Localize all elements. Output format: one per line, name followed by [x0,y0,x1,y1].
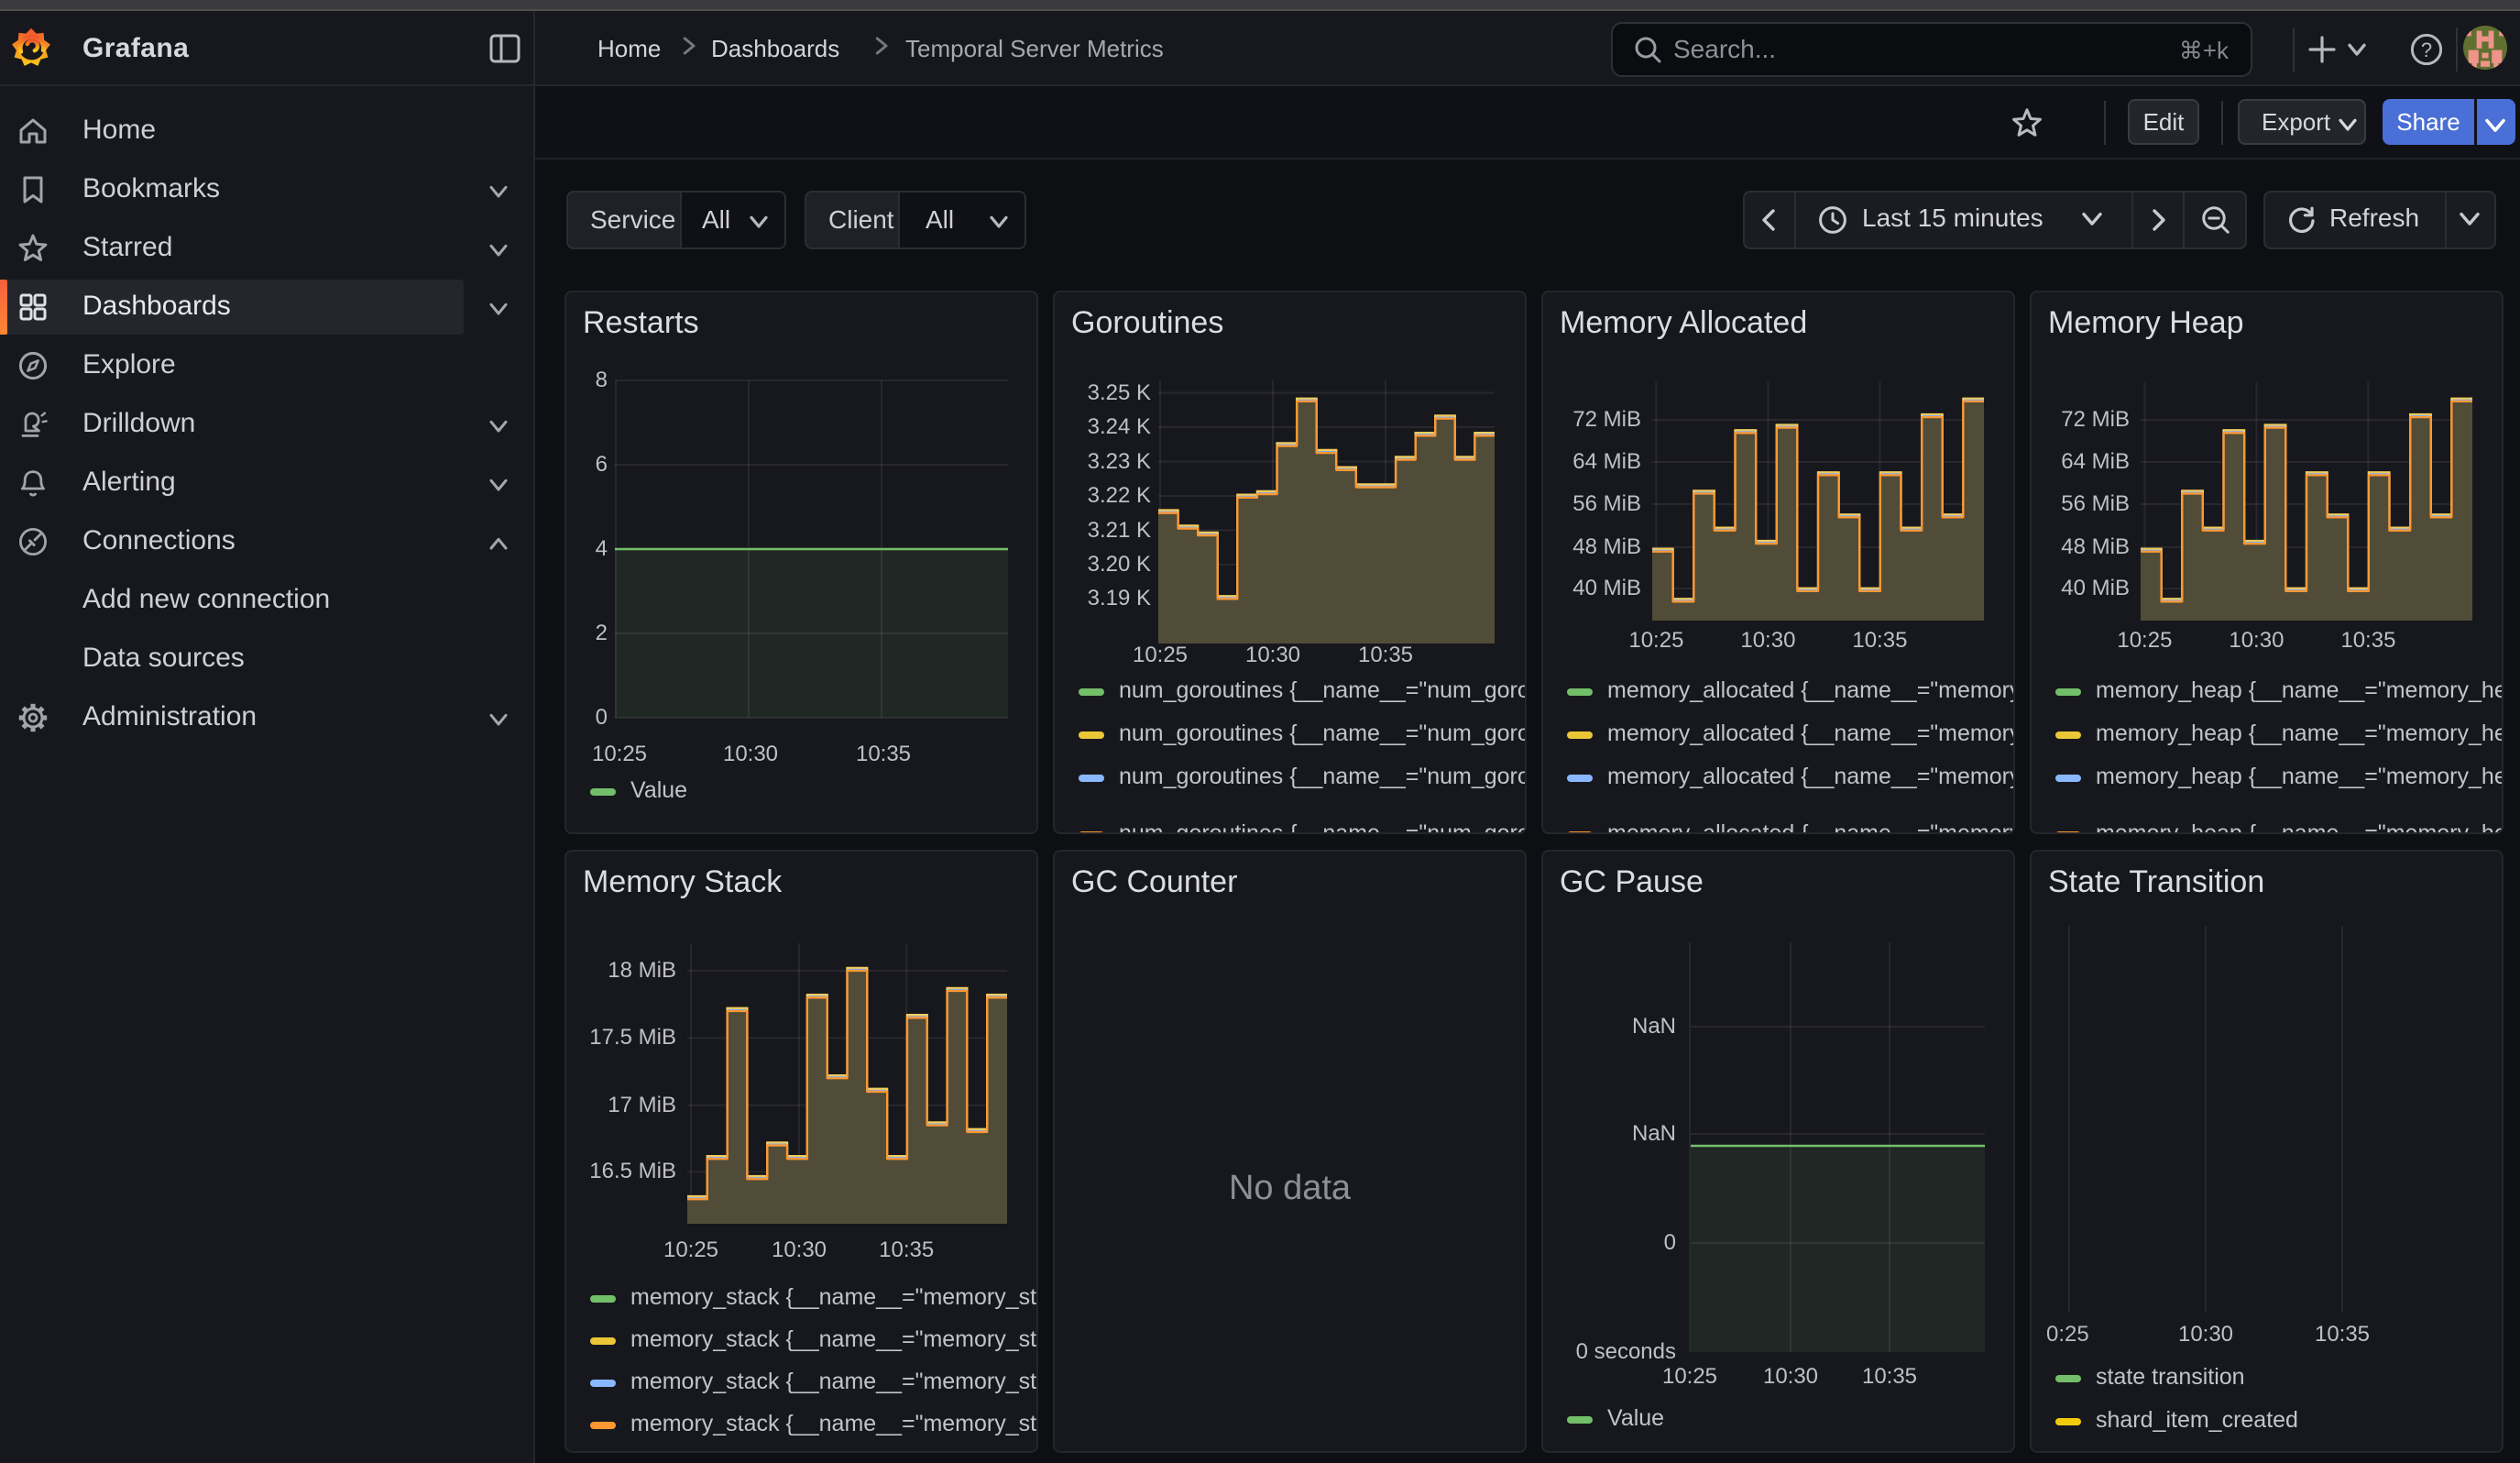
svg-text:?: ? [2421,38,2432,61]
